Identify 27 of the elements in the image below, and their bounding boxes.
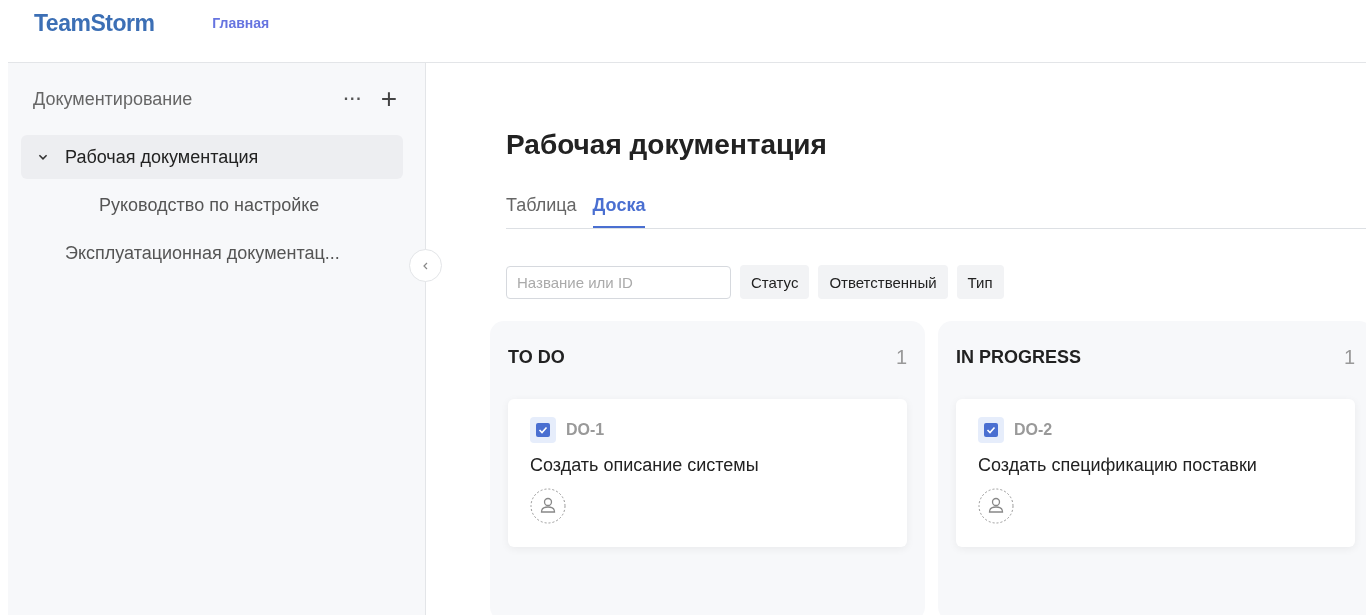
page-title: Рабочая документация <box>506 129 828 161</box>
column-count: 1 <box>1343 345 1355 369</box>
task-title: Создать описание системы <box>530 455 760 476</box>
view-tab[interactable]: Доска <box>592 195 646 228</box>
column-title: TO DO <box>508 346 565 368</box>
tree-item[interactable]: Эксплуатационная документац... <box>21 231 403 275</box>
task-id: DO-2 <box>1014 421 1053 439</box>
tree-item[interactable]: Руководство по настройке <box>21 183 403 227</box>
search-field[interactable]: Название или ID <box>506 265 731 299</box>
filter-button[interactable]: Статус <box>740 265 810 299</box>
add-button[interactable]: + <box>374 85 403 113</box>
task-id: DO-1 <box>566 421 605 439</box>
filter-button[interactable]: Ответственный <box>818 265 948 299</box>
section-title: Документирование <box>33 88 194 110</box>
task-card[interactable]: DO-2 Создать спецификацию поставки <box>956 399 1355 547</box>
task-title: Создать спецификацию поставки <box>978 455 1258 476</box>
more-button[interactable]: ··· <box>337 90 369 108</box>
tree-item[interactable]: Рабочая документация <box>21 135 403 179</box>
user-icon <box>530 488 566 524</box>
app-logo[interactable]: TeamStorm <box>34 10 155 37</box>
column-title: IN PROGRESS <box>956 346 1082 368</box>
filter-button[interactable]: Тип <box>956 265 1004 299</box>
nav-link[interactable]: Главная <box>212 10 270 31</box>
column-count: 1 <box>895 345 907 369</box>
user-icon <box>978 488 1014 524</box>
task-card[interactable]: DO-1 Создать описание системы <box>508 399 907 547</box>
view-tab[interactable]: Таблица <box>506 195 577 228</box>
